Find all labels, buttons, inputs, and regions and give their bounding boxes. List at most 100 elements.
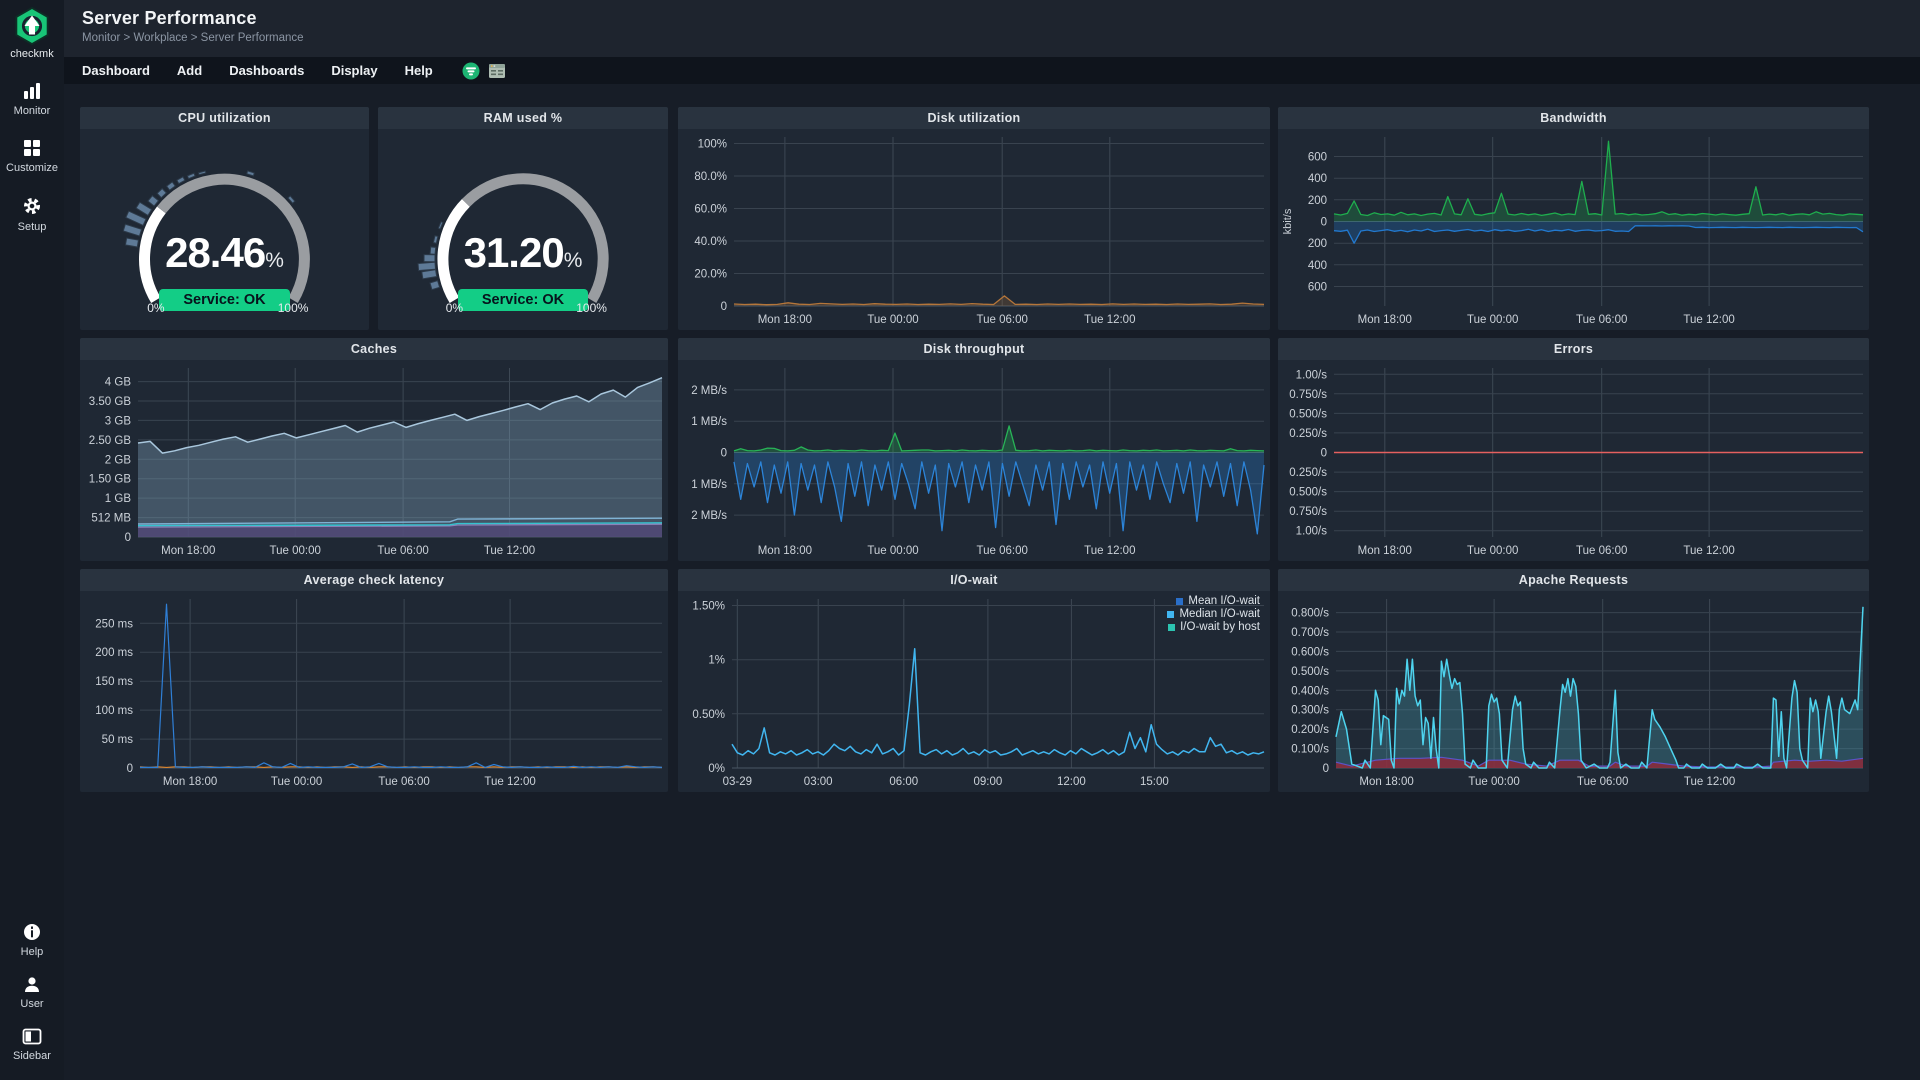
panel-io-wait: I/O-wait03-2903:0006:0009:0012:0015:000%… <box>678 569 1270 792</box>
panel-apache-requests: Apache RequestsMon 18:00Tue 00:00Tue 06:… <box>1278 569 1869 792</box>
svg-text:0.250/s: 0.250/s <box>1289 467 1327 479</box>
svg-text:1 MB/s: 1 MB/s <box>691 416 727 428</box>
svg-text:200: 200 <box>1308 195 1327 207</box>
svg-text:0%: 0% <box>708 763 725 775</box>
svg-text:Tue 12:00: Tue 12:00 <box>1683 314 1734 326</box>
svg-text:0.50%: 0.50% <box>692 709 725 721</box>
svg-text:03:00: 03:00 <box>804 776 833 788</box>
svg-text:0.250/s: 0.250/s <box>1289 428 1327 440</box>
gauge-value: 28.46% <box>80 229 369 277</box>
gear-icon <box>22 196 42 216</box>
svg-text:Tue 00:00: Tue 00:00 <box>1467 314 1518 326</box>
chart-bandwidth: Mon 18:00Tue 00:00Tue 06:00Tue 12:006004… <box>1278 129 1869 330</box>
svg-text:50 ms: 50 ms <box>102 734 134 746</box>
svg-text:1.00/s: 1.00/s <box>1296 369 1328 381</box>
svg-text:0.200/s: 0.200/s <box>1291 724 1329 736</box>
panel-body: Mon 18:00Tue 00:00Tue 06:00Tue 12:000512… <box>80 360 668 561</box>
svg-text:0.100/s: 0.100/s <box>1291 744 1329 756</box>
chart-avg-check-latency: Mon 18:00Tue 00:00Tue 06:00Tue 12:00050 … <box>80 591 668 792</box>
svg-text:1.50%: 1.50% <box>692 601 725 613</box>
svg-text:12:00: 12:00 <box>1057 776 1086 788</box>
bar-chart-icon <box>22 82 42 100</box>
svg-text:15:00: 15:00 <box>1140 776 1169 788</box>
menubar: Dashboard Add Dashboards Display Help <box>64 57 1920 84</box>
svg-text:Tue 00:00: Tue 00:00 <box>271 776 322 788</box>
svg-text:0.600/s: 0.600/s <box>1291 646 1329 658</box>
svg-text:Tue 12:00: Tue 12:00 <box>484 776 535 788</box>
svg-text:600: 600 <box>1308 282 1327 294</box>
svg-text:400: 400 <box>1308 173 1327 185</box>
panel-title: CPU utilization <box>80 107 369 129</box>
panel-body: Mon 18:00Tue 00:00Tue 06:00Tue 12:001.00… <box>1278 360 1869 561</box>
panel-title: Disk utilization <box>678 107 1270 129</box>
svg-text:600: 600 <box>1308 152 1327 164</box>
sidebar-item-user[interactable]: User <box>20 976 43 1010</box>
svg-text:0.300/s: 0.300/s <box>1291 705 1329 717</box>
sidebar-item-monitor[interactable]: Monitor <box>14 82 51 117</box>
svg-text:06:00: 06:00 <box>889 776 918 788</box>
sidebar-item-setup[interactable]: Setup <box>18 196 47 233</box>
svg-text:Tue 06:00: Tue 06:00 <box>1576 314 1627 326</box>
panel-body: Mon 18:00Tue 00:00Tue 06:00Tue 12:0000.1… <box>1278 591 1869 792</box>
svg-text:0: 0 <box>1321 448 1327 460</box>
page-header: Server Performance Monitor > Workplace >… <box>64 0 1920 57</box>
sidebar-item-help[interactable]: Help <box>21 923 44 958</box>
gauge-min-label: 0% <box>432 301 476 315</box>
svg-text:0.500/s: 0.500/s <box>1291 666 1329 678</box>
panel-body: Mon 18:00Tue 00:00Tue 06:00Tue 12:006004… <box>1278 129 1869 330</box>
sidebar-item-customize[interactable]: Customize <box>6 139 58 174</box>
svg-text:Tue 12:00: Tue 12:00 <box>1684 776 1735 788</box>
chart-disk-utilization: Mon 18:00Tue 00:00Tue 06:00Tue 12:00020.… <box>678 129 1270 330</box>
svg-text:Mon 18:00: Mon 18:00 <box>1358 545 1412 557</box>
gauge-max-label: 100% <box>271 301 315 315</box>
svg-text:Tue 00:00: Tue 00:00 <box>270 545 321 557</box>
menu-dashboard[interactable]: Dashboard <box>82 63 150 78</box>
svg-text:Tue 00:00: Tue 00:00 <box>867 545 918 557</box>
svg-text:150 ms: 150 ms <box>95 676 133 688</box>
panel-title: Bandwidth <box>1278 107 1869 129</box>
svg-text:Tue 06:00: Tue 06:00 <box>977 314 1028 326</box>
filter-icon[interactable] <box>462 62 480 80</box>
legend-item: I/O-wait by host <box>1168 621 1260 633</box>
svg-text:Mon 18:00: Mon 18:00 <box>1359 776 1413 788</box>
svg-text:0: 0 <box>721 301 727 313</box>
menu-add[interactable]: Add <box>177 63 202 78</box>
svg-text:100 ms: 100 ms <box>95 705 133 717</box>
panel-body: Mon 18:00Tue 00:00Tue 06:00Tue 12:00020.… <box>678 129 1270 330</box>
panel-disk-utilization: Disk utilizationMon 18:00Tue 00:00Tue 06… <box>678 107 1270 330</box>
panel-bandwidth: BandwidthMon 18:00Tue 00:00Tue 06:00Tue … <box>1278 107 1869 330</box>
svg-text:Tue 12:00: Tue 12:00 <box>1084 545 1135 557</box>
menubar-icons <box>462 62 506 80</box>
panel-title: Disk throughput <box>678 338 1270 360</box>
svg-text:0: 0 <box>1321 217 1327 229</box>
panel-title: Apache Requests <box>1278 569 1869 591</box>
svg-text:4 GB: 4 GB <box>105 377 132 389</box>
chart-caches: Mon 18:00Tue 00:00Tue 06:00Tue 12:000512… <box>80 360 668 561</box>
legend-item: Median I/O-wait <box>1167 608 1260 620</box>
checkmk-logo[interactable]: checkmk <box>10 6 53 60</box>
user-icon <box>23 976 41 993</box>
svg-text:Tue 06:00: Tue 06:00 <box>378 776 429 788</box>
chart-errors: Mon 18:00Tue 00:00Tue 06:00Tue 12:001.00… <box>1278 360 1869 561</box>
svg-text:1 MB/s: 1 MB/s <box>691 479 727 491</box>
svg-text:0: 0 <box>721 448 727 460</box>
panel-body: 31.20%Service: OK0%100% <box>378 129 668 330</box>
svg-text:0.700/s: 0.700/s <box>1291 627 1329 639</box>
menu-display[interactable]: Display <box>331 63 377 78</box>
svg-text:03-29: 03-29 <box>723 776 752 788</box>
menu-help[interactable]: Help <box>405 63 433 78</box>
svg-text:Mon 18:00: Mon 18:00 <box>163 776 217 788</box>
svg-text:512 MB: 512 MB <box>91 513 131 525</box>
svg-text:2 GB: 2 GB <box>105 454 132 466</box>
svg-text:0.800/s: 0.800/s <box>1291 608 1329 620</box>
panel-title: Errors <box>1278 338 1869 360</box>
views-icon[interactable] <box>488 63 506 79</box>
logo-text: checkmk <box>10 48 53 60</box>
panel-body: 03-2903:0006:0009:0012:0015:000%0.50%1%1… <box>678 591 1270 792</box>
sidebar: checkmk Monitor Customize Setup Help Use… <box>0 0 64 1080</box>
menu-dashboards[interactable]: Dashboards <box>229 63 304 78</box>
svg-text:0.500/s: 0.500/s <box>1289 408 1327 420</box>
svg-text:Tue 06:00: Tue 06:00 <box>377 545 428 557</box>
breadcrumb: Monitor > Workplace > Server Performance <box>82 32 1920 44</box>
sidebar-item-sidebar-toggle[interactable]: Sidebar <box>13 1028 51 1062</box>
